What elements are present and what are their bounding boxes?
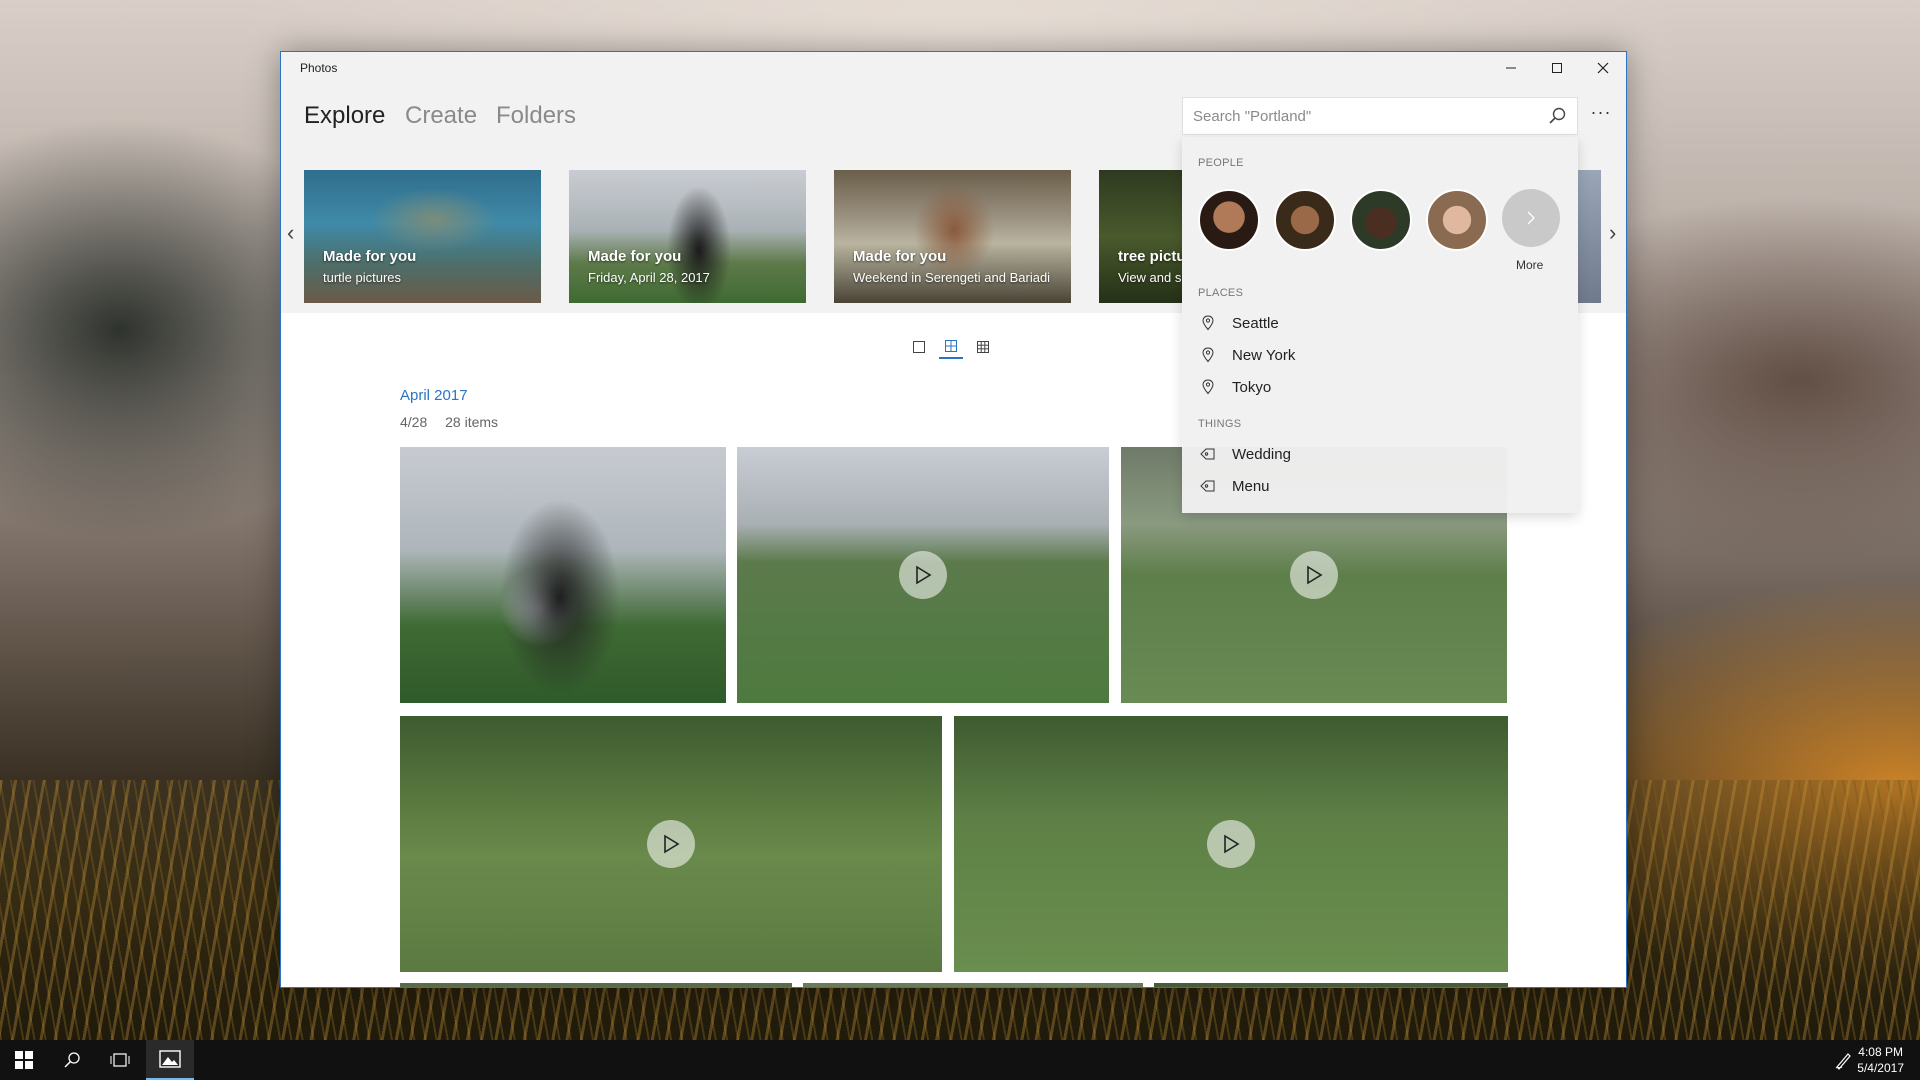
maximize-icon bbox=[1552, 63, 1562, 73]
thing-item-wedding[interactable]: Wedding bbox=[1198, 442, 1291, 466]
search-icon bbox=[64, 1052, 80, 1068]
start-button[interactable] bbox=[0, 1040, 48, 1080]
date-group-meta: 4/28 28 items bbox=[400, 414, 498, 430]
carousel-prev-arrow[interactable]: ‹ bbox=[287, 220, 294, 246]
thing-label: Menu bbox=[1232, 477, 1270, 495]
task-view-icon bbox=[110, 1053, 130, 1067]
card-title: Made for you bbox=[588, 248, 682, 265]
card-subtitle: Weekend in Serengeti and Bariadi bbox=[853, 270, 1051, 285]
place-label: New York bbox=[1232, 346, 1296, 364]
month-heading[interactable]: April 2017 bbox=[400, 387, 468, 404]
tag-icon bbox=[1198, 476, 1218, 496]
windows-ink-button[interactable] bbox=[1834, 1050, 1854, 1075]
single-square-icon bbox=[913, 341, 925, 353]
places-header: PLACES bbox=[1198, 287, 1244, 299]
group-date: 4/28 bbox=[400, 414, 428, 430]
place-item-seattle[interactable]: Seattle bbox=[1198, 311, 1279, 335]
carousel-next-arrow[interactable]: › bbox=[1609, 220, 1616, 246]
tab-explore[interactable]: Explore bbox=[304, 102, 385, 130]
more-options-button[interactable]: ··· bbox=[1585, 102, 1617, 130]
search-suggestions-panel: PEOPLE More PLACES Seattle New York Toky… bbox=[1182, 137, 1578, 513]
more-people-button[interactable] bbox=[1502, 189, 1560, 247]
small-view-button[interactable] bbox=[971, 335, 995, 359]
system-clock[interactable]: 4:08 PM 5/4/2017 bbox=[1857, 1044, 1904, 1076]
card-subtitle: Friday, April 28, 2017 bbox=[588, 270, 710, 285]
clock-date: 5/4/2017 bbox=[1857, 1061, 1904, 1075]
map-pin-icon bbox=[1198, 345, 1218, 365]
search-icon[interactable] bbox=[1547, 106, 1567, 126]
close-icon bbox=[1597, 62, 1609, 74]
card-title: tree pictu bbox=[1118, 248, 1182, 265]
carousel-card-soccer[interactable]: Made for you Friday, April 28, 2017 bbox=[569, 170, 806, 303]
place-label: Seattle bbox=[1232, 314, 1279, 332]
photos-taskbar-button[interactable] bbox=[146, 1040, 194, 1080]
nine-square-icon bbox=[977, 341, 989, 353]
group-count: 28 items bbox=[445, 414, 499, 430]
carousel-card-turtle[interactable]: Made for you turtle pictures bbox=[304, 170, 541, 303]
place-item-new-york[interactable]: New York bbox=[1198, 343, 1295, 367]
photo-thumbnail[interactable] bbox=[1154, 983, 1508, 987]
tab-create[interactable]: Create bbox=[405, 102, 477, 130]
card-title: Made for you bbox=[323, 248, 417, 265]
video-thumbnail[interactable] bbox=[737, 447, 1109, 703]
thing-label: Wedding bbox=[1232, 445, 1291, 463]
large-view-button[interactable] bbox=[907, 335, 931, 359]
video-thumbnail[interactable] bbox=[400, 716, 942, 972]
photos-app-icon bbox=[159, 1050, 181, 1068]
play-icon bbox=[916, 565, 932, 585]
people-header: PEOPLE bbox=[1198, 157, 1244, 169]
maximize-button[interactable] bbox=[1534, 52, 1580, 84]
play-button[interactable] bbox=[1290, 551, 1338, 599]
card-title: Made for you bbox=[853, 248, 947, 265]
play-icon bbox=[1224, 834, 1240, 854]
tab-folders[interactable]: Folders bbox=[496, 102, 576, 130]
person-avatar[interactable] bbox=[1350, 189, 1412, 251]
carousel-card-partial[interactable] bbox=[1578, 170, 1601, 303]
close-button[interactable] bbox=[1580, 52, 1626, 84]
minimize-icon bbox=[1506, 67, 1516, 69]
photo-thumbnail[interactable] bbox=[803, 983, 1143, 987]
play-button[interactable] bbox=[1207, 820, 1255, 868]
thing-item-menu[interactable]: Menu bbox=[1198, 474, 1270, 498]
place-item-tokyo[interactable]: Tokyo bbox=[1198, 375, 1271, 399]
card-subtitle: turtle pictures bbox=[323, 270, 402, 285]
task-view-button[interactable] bbox=[96, 1040, 144, 1080]
play-button[interactable] bbox=[899, 551, 947, 599]
photo-thumbnail[interactable] bbox=[400, 447, 726, 703]
card-subtitle: View and s bbox=[1118, 270, 1182, 285]
taskbar: 4:08 PM 5/4/2017 bbox=[0, 1040, 1920, 1080]
place-label: Tokyo bbox=[1232, 378, 1272, 396]
map-pin-icon bbox=[1198, 377, 1218, 397]
minimize-button[interactable] bbox=[1488, 52, 1534, 84]
medium-view-button[interactable] bbox=[939, 335, 963, 359]
play-button[interactable] bbox=[647, 820, 695, 868]
play-icon bbox=[664, 834, 680, 854]
tag-icon bbox=[1198, 444, 1218, 464]
taskbar-search-button[interactable] bbox=[48, 1040, 96, 1080]
pen-icon bbox=[1835, 1053, 1851, 1070]
windows-logo-icon bbox=[15, 1051, 33, 1069]
play-icon bbox=[1307, 565, 1323, 585]
person-avatar[interactable] bbox=[1426, 189, 1488, 251]
more-people-label: More bbox=[1516, 258, 1544, 272]
title-bar[interactable]: Photos bbox=[281, 52, 1626, 84]
things-header: THINGS bbox=[1198, 418, 1242, 430]
video-thumbnail[interactable] bbox=[954, 716, 1508, 972]
person-avatar[interactable] bbox=[1198, 189, 1260, 251]
carousel-card-safari[interactable]: Made for you Weekend in Serengeti and Ba… bbox=[834, 170, 1071, 303]
view-size-toggles bbox=[907, 335, 995, 359]
photos-window: Photos Explore Create Folders ··· ‹ Made… bbox=[280, 51, 1627, 988]
carousel-card-trees[interactable]: tree pictu View and s bbox=[1099, 170, 1182, 303]
clock-time: 4:08 PM bbox=[1858, 1045, 1903, 1059]
four-square-icon bbox=[945, 340, 957, 352]
search-input[interactable] bbox=[1193, 98, 1533, 134]
search-box[interactable] bbox=[1182, 97, 1578, 135]
window-title: Photos bbox=[300, 61, 338, 75]
chevron-right-icon bbox=[1527, 211, 1535, 225]
photo-thumbnail[interactable] bbox=[400, 983, 792, 987]
map-pin-icon bbox=[1198, 313, 1218, 333]
person-avatar[interactable] bbox=[1274, 189, 1336, 251]
